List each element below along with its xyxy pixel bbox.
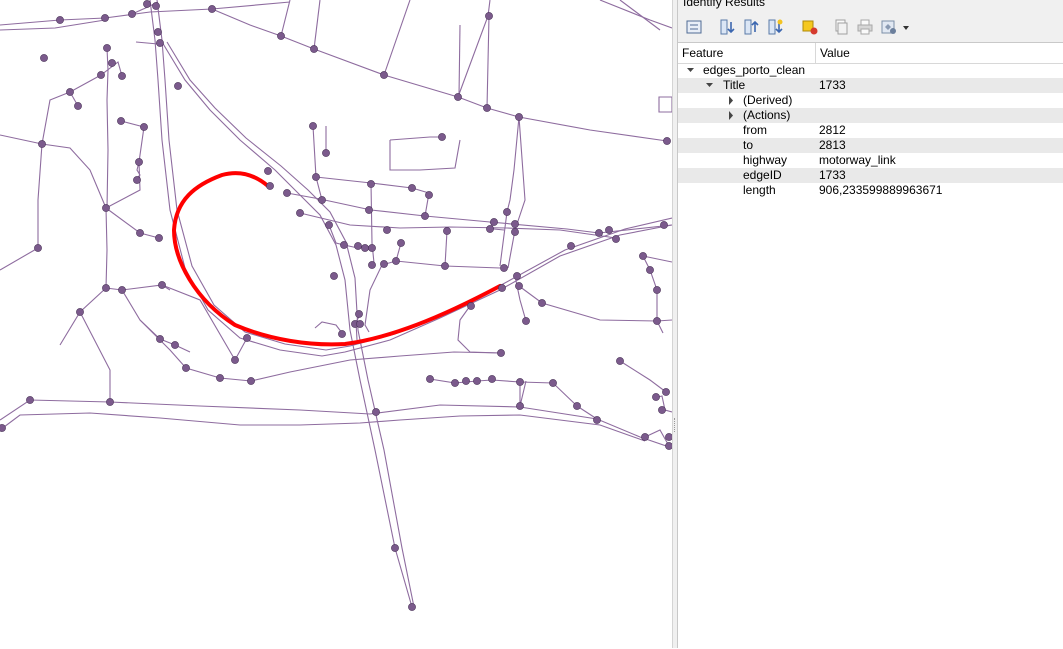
title-value: 1733 (819, 78, 846, 92)
actions-row[interactable]: (Actions) (678, 108, 1063, 123)
actions-label: (Actions) (743, 108, 791, 122)
copy-icon (835, 19, 848, 35)
expand-tree-icon (686, 20, 702, 34)
attribute-row-edgeid[interactable]: edgeID 1733 (678, 168, 1063, 183)
attribute-row-from[interactable]: from 2812 (678, 123, 1063, 138)
expand-new-icon (768, 19, 783, 35)
attribute-name: from (743, 123, 767, 137)
derived-row[interactable]: (Derived) (678, 93, 1063, 108)
clear-highlight-icon (802, 20, 818, 35)
clear-highlight-button[interactable] (800, 17, 820, 37)
attribute-row-length[interactable]: length 906,233599889963671 (678, 183, 1063, 198)
attribute-value: motorway_link (819, 153, 896, 167)
collapse-all-icon (744, 19, 759, 35)
print-icon (857, 19, 873, 35)
identify-toolbar (678, 14, 1063, 40)
attribute-name: highway (743, 153, 788, 167)
results-tree[interactable]: Feature Value edges_porto_clean Title 17… (678, 42, 1063, 649)
selected-feature-line[interactable] (171, 171, 502, 347)
identify-settings-icon (881, 20, 909, 34)
panel-title: Identify Results (683, 0, 766, 9)
attribute-row-to[interactable]: to 2813 (678, 138, 1063, 153)
road-nodes (0, 0, 672, 611)
print-button[interactable] (855, 17, 875, 37)
expand-tree-button[interactable] (684, 17, 704, 37)
collapse-arrow-icon[interactable] (705, 78, 715, 93)
attribute-name: length (743, 183, 776, 197)
attribute-name: edgeID (743, 168, 782, 182)
identify-results-panel: Identify Results Feature Value edges_por… (678, 0, 1063, 649)
tree-header: Feature Value (678, 43, 1063, 64)
expand-new-button[interactable] (766, 17, 786, 37)
attribute-value: 1733 (819, 168, 846, 182)
expand-arrow-icon[interactable] (726, 108, 736, 123)
identify-mode-button[interactable] (879, 17, 913, 37)
attribute-row-highway[interactable]: highway motorway_link (678, 153, 1063, 168)
copy-feature-button[interactable] (831, 17, 851, 37)
map-canvas[interactable] (0, 0, 672, 648)
expand-all-icon (720, 19, 735, 35)
column-header-value[interactable]: Value (816, 43, 1063, 63)
layer-name: edges_porto_clean (703, 63, 806, 77)
layer-row[interactable]: edges_porto_clean (678, 63, 1063, 78)
attribute-value: 906,233599889963671 (819, 183, 943, 197)
attribute-value: 2813 (819, 138, 846, 152)
road-network[interactable] (0, 0, 672, 648)
expand-arrow-icon[interactable] (726, 93, 736, 108)
attribute-value: 2812 (819, 123, 846, 137)
title-label: Title (723, 78, 746, 92)
road-lines (0, 0, 672, 608)
attribute-name: to (743, 138, 754, 152)
splitter-grip[interactable] (674, 418, 677, 432)
column-header-feature[interactable]: Feature (678, 43, 816, 63)
expand-all-button[interactable] (718, 17, 738, 37)
collapse-arrow-icon[interactable] (686, 63, 696, 78)
collapse-all-button[interactable] (742, 17, 762, 37)
title-row[interactable]: Title 1733 (678, 78, 1063, 93)
derived-label: (Derived) (743, 93, 793, 107)
